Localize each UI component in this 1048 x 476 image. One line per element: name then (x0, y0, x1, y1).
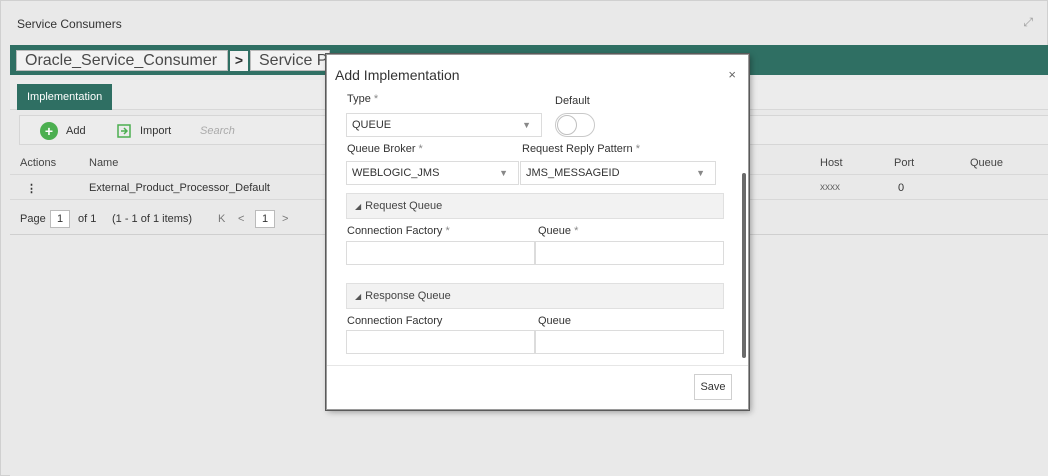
tab-implementation[interactable]: Implementation (17, 84, 113, 110)
window-title: Service Consumers (17, 17, 122, 31)
pager-of-text: of 1 (78, 213, 97, 225)
row-port: 0 (898, 182, 905, 194)
queue-broker-select[interactable]: WEBLOGIC_JMS ▼ (346, 161, 519, 185)
chevron-down-icon: ▼ (696, 168, 705, 178)
pager-prev-button[interactable]: < (238, 213, 244, 225)
queue-broker-label: Queue Broker * (347, 143, 423, 155)
dialog-body: Type * Default QUEUE ▼ Queue Broker * Re… (327, 93, 748, 363)
collapse-triangle-icon: ◢ (355, 202, 362, 211)
pattern-label: Request Reply Pattern * (522, 143, 641, 155)
import-button[interactable]: Import (116, 122, 171, 140)
chevron-down-icon: ▼ (499, 168, 508, 178)
request-queue-label: Queue * (538, 225, 579, 237)
collapse-triangle-icon: ◢ (355, 292, 362, 301)
type-value: QUEUE (352, 119, 392, 131)
pager-next-button[interactable]: > (282, 213, 288, 225)
request-queue-input[interactable] (535, 241, 724, 265)
row-name: External_Product_Processor_Default (89, 182, 270, 194)
pager-first-button[interactable]: K (218, 213, 225, 225)
resize-icon[interactable]: ⤢ (1023, 15, 1033, 30)
row-actions-icon[interactable]: ⋮ (26, 182, 37, 195)
pattern-select[interactable]: JMS_MESSAGEID ▼ (520, 161, 716, 185)
column-header-name: Name (89, 157, 119, 169)
chevron-down-icon: ▼ (522, 120, 531, 130)
request-cf-label: Connection Factory * (347, 225, 450, 237)
add-button[interactable]: + Add (40, 122, 86, 141)
pager-items-text: (1 - 1 of 1 items) (112, 213, 193, 225)
dialog-title: Add Implementation (335, 67, 460, 83)
column-header-queue: Queue (970, 157, 1004, 169)
pager-current-page[interactable]: 1 (255, 210, 275, 228)
queue-broker-value: WEBLOGIC_JMS (352, 167, 440, 179)
type-select[interactable]: QUEUE ▼ (346, 113, 542, 137)
row-host: xxxx (820, 182, 840, 193)
column-header-actions: Actions (20, 157, 57, 169)
pager-page-label: Page (20, 213, 46, 225)
column-header-port: Port (894, 157, 915, 169)
import-label: Import (140, 125, 172, 137)
type-label: Type * (347, 93, 379, 105)
response-cf-input[interactable] (346, 330, 535, 354)
breadcrumb-item-consumer[interactable]: Oracle_Service_Consumer (16, 50, 228, 71)
dialog-scrollbar[interactable] (742, 173, 746, 358)
dialog-footer: Save (327, 365, 748, 409)
add-implementation-dialog: Add Implementation × Type * Default QUEU… (326, 54, 749, 410)
pager-page-input[interactable]: 1 (50, 210, 70, 228)
response-cf-label: Connection Factory (347, 315, 443, 327)
search-input[interactable]: Search (200, 122, 235, 140)
column-header-host: Host (820, 157, 843, 169)
pattern-value: JMS_MESSAGEID (526, 167, 620, 179)
app-frame: Service Consumers ⤢ Oracle_Service_Consu… (0, 0, 1048, 476)
response-queue-section[interactable]: ◢ Response Queue (346, 283, 724, 309)
plus-icon: + (40, 122, 58, 141)
breadcrumb-separator: > (230, 51, 248, 71)
add-label: Add (66, 125, 86, 137)
toggle-knob (557, 115, 577, 135)
request-queue-section[interactable]: ◢ Request Queue (346, 193, 724, 219)
close-icon[interactable]: × (728, 67, 736, 82)
response-queue-input[interactable] (535, 330, 724, 354)
request-cf-input[interactable] (346, 241, 535, 265)
default-label: Default (555, 95, 590, 107)
save-button[interactable]: Save (694, 374, 732, 400)
breadcrumb-item-service[interactable]: Service Pro (250, 50, 330, 71)
import-icon (117, 124, 131, 138)
response-queue-label: Queue (538, 315, 572, 327)
default-toggle[interactable] (555, 113, 595, 137)
